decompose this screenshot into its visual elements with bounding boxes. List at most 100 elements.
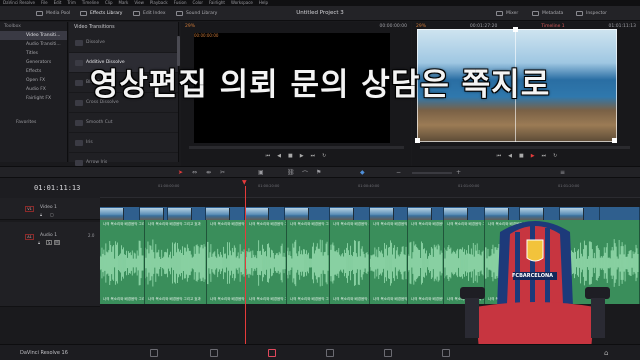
snap-icon[interactable]: ⌒ (302, 169, 308, 178)
stop-icon[interactable]: ■ (288, 153, 293, 159)
source-scrubber[interactable] (189, 146, 404, 149)
track-visibility-icon[interactable]: ▢ (50, 212, 54, 217)
source-transport: ⏮ ◀ ■ ▶ ⏭ ↻ (221, 151, 371, 161)
source-zoom[interactable]: 29% (185, 22, 195, 31)
edit-page-icon[interactable] (268, 349, 276, 357)
transition-item[interactable]: Dissolve (69, 33, 178, 53)
audio-track-header: A1 Audio 1 2.0 🔒︎ S M (0, 222, 100, 307)
audio-clip[interactable]: 나의 목소리와 배경음악 그리고 효과나의 목소리와 배경음악 그리고 효과 (100, 220, 145, 304)
audio-waveform (287, 239, 329, 287)
transition-item[interactable]: Iris (69, 133, 178, 153)
audio-waveform (100, 240, 144, 286)
transition-label: Smooth Cut (86, 119, 113, 125)
zoom-in-icon[interactable]: + (456, 169, 461, 176)
timeline-settings-icon[interactable]: ≡ (560, 169, 565, 176)
audio-waveform (370, 240, 407, 286)
loop-icon[interactable]: ↻ (553, 153, 557, 159)
flag-icon[interactable]: ⚑ (316, 169, 321, 176)
project-title: Untitled Project 3 (296, 10, 344, 16)
tree-item[interactable]: Titles (0, 49, 67, 58)
skip-back-icon[interactable]: ⏮ (497, 153, 502, 159)
transition-thumbnail-icon (75, 139, 83, 146)
audio-clip[interactable]: 나의 목소리와 배경음악 그리고 효과나의 목소리와 배경음악 그리고 효과 (408, 220, 444, 304)
loop-icon[interactable]: ↻ (322, 153, 326, 159)
fusion-page-icon[interactable] (326, 349, 334, 357)
audio-clip-label-bottom: 나의 목소리와 배경음악 그리고 효과 (103, 297, 145, 301)
timeline-ruler[interactable]: 01:00:00:00 01:00:20:00 01:00:40:00 01:01:0… (100, 178, 640, 198)
marker-icon[interactable]: ◆ (360, 169, 365, 176)
solo-button[interactable]: S (46, 240, 52, 245)
transition-item[interactable]: Smooth Cut (69, 113, 178, 133)
zoom-slider[interactable] (412, 172, 452, 174)
audio-clip[interactable]: 나의 목소리와 배경음악 그리고 효과나의 목소리와 배경음악 그리고 효과 (370, 220, 408, 304)
timeline-transport: ⏮ ◀ ■ ▶ ⏭ ↻ (447, 151, 607, 161)
insert-clip-icon[interactable]: ▣ (258, 169, 264, 176)
audio-clip[interactable]: 나의 목소리와 배경음악 그리고 효과나의 목소리와 배경음악 그리고 효과 (330, 220, 370, 304)
lock-icon[interactable]: 🔒︎ (38, 240, 40, 245)
sound-library-button[interactable]: Sound Library (176, 6, 217, 21)
ruler-tick-label: 01:01:00:00 (458, 184, 480, 188)
mixer-button[interactable]: Mixer (496, 6, 518, 21)
transform-handle-bottom-right[interactable] (612, 138, 617, 143)
audio-clip[interactable]: 나의 목소리와 배경음악 그리고 효과나의 목소리와 배경음악 그리고 효과 (207, 220, 246, 304)
audio-track-name[interactable]: Audio 1 (40, 233, 57, 238)
audio-channel-level: 2.0 (88, 233, 95, 238)
toolbox-header[interactable]: Toolbox (0, 22, 67, 31)
edit-index-button[interactable]: Edit Index (133, 6, 166, 21)
effects-library-button[interactable]: Effects Library (80, 6, 122, 21)
skip-back-icon[interactable]: ⏮ (266, 153, 271, 159)
metadata-button[interactable]: Metadata (532, 6, 563, 21)
tree-item[interactable]: Video Transiti... (0, 31, 67, 40)
source-timecode-left: 00:00:00:00 (194, 33, 219, 38)
transform-handle-top[interactable] (513, 27, 518, 32)
transform-handle-bottom-left[interactable] (415, 138, 420, 143)
tree-item[interactable]: Audio Transiti... (0, 40, 67, 49)
lock-icon[interactable]: 🔒︎ (40, 212, 42, 217)
inspector-button[interactable]: Inspector (576, 6, 607, 21)
chair-brand-text: FCBARCELONA (512, 273, 554, 279)
favorites-label[interactable]: Favorites (0, 120, 68, 125)
audio-clip[interactable]: 나의 목소리와 배경음악 그리고 효과나의 목소리와 배경음악 그리고 효과 (145, 220, 207, 304)
fairlight-page-icon[interactable] (442, 349, 450, 357)
selection-tool-icon[interactable]: ➤ (178, 169, 183, 176)
audio-clip-label: 나의 목소리와 배경음악 그리고 효과 (103, 222, 145, 226)
ruler-tick-label: 01:00:40:00 (358, 184, 380, 188)
media-pool-button[interactable]: Media Pool (36, 6, 70, 21)
home-icon[interactable]: ⌂ (604, 345, 608, 360)
source-timecode: 00:00:00:00 (379, 24, 407, 29)
cut-page-icon[interactable] (210, 349, 218, 357)
zoom-out-icon[interactable]: − (396, 169, 401, 176)
color-page-icon[interactable] (384, 349, 392, 357)
v1-tag[interactable]: V1 (25, 206, 34, 212)
mute-button[interactable]: M (54, 240, 60, 245)
mixer-icon (496, 11, 503, 16)
blade-tool-icon[interactable]: ✂ (220, 169, 225, 176)
play-reverse-icon[interactable]: ◀ (277, 153, 281, 159)
transition-label: Dissolve (86, 39, 105, 45)
dynamic-trim-icon[interactable]: ⇹ (206, 169, 211, 176)
audio-clip[interactable]: 나의 목소리와 배경음악 그리고 효과나의 목소리와 배경음악 그리고 효과 (287, 220, 330, 304)
a1-tag[interactable]: A1 (25, 234, 34, 240)
video-track-name[interactable]: Video 1 (40, 205, 57, 210)
stop-icon[interactable]: ■ (519, 153, 524, 159)
skip-forward-icon[interactable]: ⏭ (311, 153, 316, 159)
play-icon[interactable]: ▶ (531, 153, 535, 159)
trim-tool-icon[interactable]: ⇔ (192, 169, 197, 176)
audio-clip-label: 나의 목소리와 배경음악 그리고 효과 (210, 222, 245, 226)
skip-forward-icon[interactable]: ⏭ (542, 153, 547, 159)
audio-clip-label: 나의 목소리와 배경음악 그리고 효과 (373, 222, 408, 226)
timeline-scrubber[interactable] (420, 146, 630, 149)
timeline-timecode[interactable]: 01:01:11:13 (0, 178, 100, 198)
link-icon[interactable]: ⛓ (287, 169, 295, 176)
media-page-icon[interactable] (150, 349, 158, 357)
audio-clip[interactable]: 나의 목소리와 배경음악 그리고 효과나의 목소리와 배경음악 그리고 효과 (246, 220, 287, 304)
play-reverse-icon[interactable]: ◀ (508, 153, 512, 159)
ruler-tick-label: 01:00:00:00 (158, 184, 180, 188)
audio-waveform (145, 239, 206, 287)
page-navigation-bar: DaVinci Resolve 16 ⌂ (0, 344, 640, 360)
play-icon[interactable]: ▶ (300, 153, 304, 159)
audio-waveform (246, 240, 286, 286)
audio-waveform (408, 241, 443, 285)
audio-clip-label: 나의 목소리와 배경음악 그리고 효과 (290, 222, 329, 226)
source-viewer-header: 29% 00:00:00:00 (181, 22, 411, 31)
